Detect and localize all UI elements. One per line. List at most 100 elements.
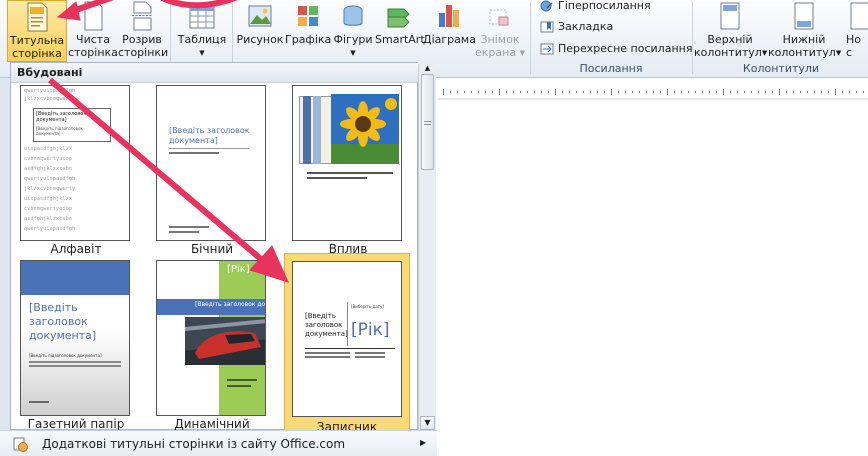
page-number-button[interactable]: Но с [842, 0, 868, 62]
ruler-tick [779, 89, 780, 95]
alpha-text-line: qwertyuiopasdfgh [24, 176, 76, 182]
notebook-text-placeholder [355, 356, 385, 358]
footer-icon [794, 2, 814, 30]
ruler-tick [485, 91, 486, 93]
sideline-footer-placeholder [169, 226, 209, 228]
ruler-tick [646, 91, 647, 93]
horizontal-ruler[interactable] [437, 84, 868, 100]
cross-reference-icon [540, 43, 554, 55]
chevron-down-icon: ▼ [761, 49, 768, 57]
bookmark-button[interactable]: Закладка [538, 18, 708, 36]
chart-button[interactable]: Діаграма [423, 0, 476, 62]
clipart-label: Графіка [285, 33, 332, 46]
ruler-tick [562, 91, 563, 93]
cover-newsprint-thumbnail: [Введіть заголовок документа] [Введіть п… [20, 260, 130, 416]
alpha-text-line: uiopasdfghjklzx [24, 146, 73, 152]
ruler-tick [737, 91, 738, 93]
cover-sideline[interactable]: [Введіть заголовок документа] Бічний [156, 85, 268, 261]
ruler-tick [527, 91, 528, 93]
cover-notebook[interactable]: [Виберіть дату] [Введіть заголовок докум… [284, 253, 410, 440]
header-label-line2: колонтитул▼ [694, 46, 768, 59]
ruler-tick [520, 91, 521, 93]
ruler-tick [793, 91, 794, 93]
clipart-button[interactable]: Графіка [285, 0, 331, 62]
table-button[interactable]: Таблиця ▼ [174, 0, 230, 62]
chevron-down-icon: ▼ [350, 49, 356, 57]
cross-reference-label: Перехресне посилання [558, 42, 693, 55]
cover-motion[interactable]: [Рік] [Введіть заголовок документа] Дина… [156, 260, 268, 436]
chevron-down-icon: ▼ [519, 49, 525, 57]
document-area[interactable] [437, 78, 868, 456]
blank-page-icon [84, 1, 103, 31]
sunflower-image [331, 94, 399, 164]
ruler-tick [492, 91, 493, 93]
footer-button[interactable]: Нижній колонтитул▼ [768, 0, 842, 62]
office-web-icon [13, 437, 28, 452]
notebook-title: [Введіть заголовок документа] [305, 312, 348, 338]
ruler-tick [506, 91, 507, 93]
cover-newsprint[interactable]: [Введіть заголовок документа] [Введіть п… [20, 260, 132, 436]
ruler-tick [821, 91, 822, 93]
alpha-title: [Введіть заголовок документа] [36, 111, 87, 123]
ruler-tick [464, 91, 465, 93]
newsprint-text-placeholder [29, 401, 49, 403]
blank-page-button[interactable]: Чиста сторінка [68, 0, 118, 62]
scroll-down-arrow-icon[interactable]: ▼ [420, 416, 435, 430]
cover-sideline-thumbnail: [Введіть заголовок документа] [156, 85, 266, 241]
more-covers-link[interactable]: Додаткові титульні сторінки із сайту Off… [0, 430, 437, 456]
shapes-button[interactable]: Фігури ▼ [331, 0, 375, 62]
alpha-text-line: uiopasdfghjklzx [24, 196, 73, 202]
notebook-date: [Виберіть дату] [351, 304, 384, 309]
ruler-tick [758, 91, 759, 93]
shapes-label: Фігури ▼ [333, 33, 373, 57]
cover-page-label-line1: Титульна [9, 34, 65, 47]
ruler-tick [513, 91, 514, 93]
alpha-text-line: qwertyuiopasdfgh [24, 226, 76, 232]
cross-reference-button[interactable]: Перехресне посилання [538, 40, 708, 58]
cover-page-gallery: Вбудовані qwertyuiopasdfgh jklzxcvbnmqwe… [10, 62, 418, 440]
ruler-tick [856, 91, 857, 93]
chevron-right-icon: ▶ [420, 438, 427, 447]
ruler-tick [541, 91, 542, 93]
ruler-tick [660, 91, 661, 93]
ruler-tick [478, 91, 479, 93]
cover-page-button[interactable]: Титульна сторінка ▼ [7, 0, 67, 71]
cover-impact[interactable]: Вплив [292, 85, 404, 261]
scroll-up-arrow-icon[interactable]: ▲ [421, 64, 434, 74]
screenshot-button[interactable]: Знімок екрана ▼ [475, 0, 525, 62]
alpha-text-line: cvbnmqwertyuiop [24, 156, 73, 162]
alpha-text-line: jklzxcvbnmqwerty [24, 96, 76, 102]
links-group-label: Посилання [579, 62, 643, 75]
ruler-tick [772, 91, 773, 93]
hyperlink-button[interactable]: Гіперпосилання [538, 0, 708, 15]
hyperlink-label: Гіперпосилання [558, 0, 651, 12]
alpha-subtitle: [Введіть підзаголовок документа] [36, 126, 83, 136]
ruler-tick [548, 91, 549, 93]
page-number-icon [850, 2, 868, 30]
page-break-button[interactable]: Розрив сторінки [118, 0, 168, 62]
motion-text-placeholder [227, 379, 257, 381]
ruler-tick [786, 91, 787, 93]
footer-label-line1: Нижній [782, 33, 826, 46]
ruler-tick [499, 89, 500, 95]
ruler-tick [723, 89, 724, 95]
scrollbar-thumb[interactable] [421, 74, 434, 170]
smartart-button[interactable]: SmartArt [375, 0, 425, 62]
alpha-text-line: asdfghjklzxcvbn [24, 166, 73, 172]
notebook-text-placeholder [355, 352, 385, 354]
newsprint-title: [Введіть заголовок документа] [29, 301, 97, 342]
impact-text-placeholder [307, 172, 393, 174]
header-button[interactable]: Верхній колонтитул▼ [694, 0, 768, 62]
notebook-rule [305, 348, 395, 349]
gallery-scrollbar[interactable]: ▲ ▼ [418, 64, 436, 430]
ruler-tick [450, 91, 451, 93]
chevron-down-icon: ▼ [835, 49, 842, 57]
ruler-tick [709, 91, 710, 93]
footer-label-line2: колонтитул▼ [768, 46, 842, 59]
cover-page-icon [27, 2, 48, 32]
cover-alphabet-thumbnail: qwertyuiopasdfgh jklzxcvbnmqwerty [Введі… [20, 85, 130, 241]
alpha-title-box: [Введіть заголовок документа] [Введіть п… [33, 108, 111, 142]
cover-alphabet[interactable]: qwertyuiopasdfgh jklzxcvbnmqwerty [Введі… [20, 85, 132, 261]
picture-button[interactable]: Рисунок [235, 0, 285, 62]
picture-icon [248, 5, 272, 27]
